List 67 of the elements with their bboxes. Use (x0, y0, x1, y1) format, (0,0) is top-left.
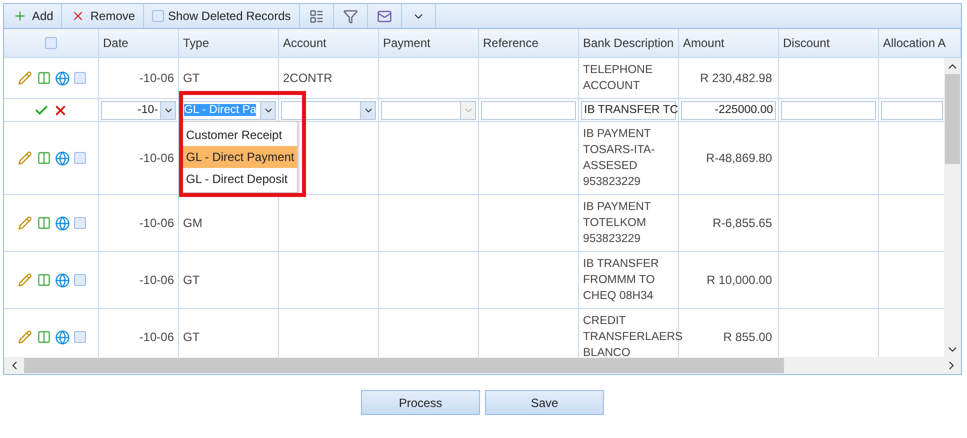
menu-item[interactable]: Customer Receipt (182, 124, 297, 146)
process-button[interactable]: Process (361, 390, 480, 415)
amount-cell: R 230,482.98 (700, 70, 772, 86)
column-header[interactable]: Date (99, 29, 179, 57)
show-deleted-checkbox[interactable]: Show Deleted Records (144, 4, 300, 28)
type-cell: GM (183, 215, 202, 231)
amount-cell: R 10,000.00 (706, 272, 772, 288)
date-cell: -10-06 (139, 70, 174, 86)
split-icon[interactable] (36, 70, 52, 86)
amount-cell: R 855.00 (723, 329, 772, 345)
globe-icon[interactable] (54, 150, 70, 166)
menu-item[interactable]: GL - Direct Deposit (182, 168, 297, 190)
column-header[interactable]: Discount (779, 29, 879, 57)
type-cell: GT (183, 70, 200, 86)
menu-item[interactable]: GL - Direct Payment (182, 146, 297, 168)
split-icon[interactable] (36, 150, 52, 166)
edit-icon[interactable] (16, 150, 32, 166)
reference-field[interactable] (481, 100, 576, 120)
column-header[interactable]: Type (179, 29, 279, 57)
remove-button[interactable]: Remove (62, 4, 144, 28)
row-checkbox[interactable] (74, 274, 86, 286)
bank-description-cell-text: IB PAYMENT TOSARS-ITA- ASSESED 953823229 (583, 127, 655, 190)
allocation-field[interactable] (881, 100, 943, 120)
discount-field[interactable] (781, 100, 876, 120)
edit-icon[interactable] (16, 272, 32, 288)
column-header[interactable]: Allocation A (879, 29, 961, 57)
date-cell: -10-06 (139, 329, 174, 345)
save-button[interactable]: Save (485, 390, 604, 415)
split-icon[interactable] (36, 272, 52, 288)
amount-cell: R-6,855.65 (712, 215, 772, 231)
type-cell: GT (183, 329, 200, 345)
column-header[interactable]: Amount (679, 29, 779, 57)
bank-description-cell-text: TELEPHONE ACCOUNT (583, 63, 653, 94)
add-button[interactable]: Add (4, 4, 62, 28)
globe-icon[interactable] (54, 70, 70, 86)
type-cell: GT (183, 272, 200, 288)
bank-description-field[interactable]: IB TRANSFER TC (581, 100, 676, 120)
select-all-checkbox[interactable] (45, 37, 57, 49)
bank-description-cell-text: IB TRANSFER FROMMM TO CHEQ 08H34 (583, 257, 659, 304)
edit-icon[interactable] (16, 70, 32, 86)
row-checkbox[interactable] (74, 217, 86, 229)
row-checkbox[interactable] (74, 331, 86, 343)
date-cell: -10-06 (139, 150, 174, 166)
amount-field[interactable]: -225000.00 (681, 100, 776, 120)
date-cell: -10-06 (139, 272, 174, 288)
date-field[interactable]: -10- (101, 100, 176, 120)
row-checkbox[interactable] (74, 152, 86, 164)
account-cell: 2CONTR (283, 70, 332, 86)
date-cell: -10-06 (139, 215, 174, 231)
split-icon[interactable] (36, 329, 52, 345)
bank-description-cell-text: CREDIT TRANSFERLAERS BLANCO (583, 314, 683, 357)
bank-description-cell-text: IB PAYMENT TOTELKOM 953823229 (583, 200, 651, 247)
column-header[interactable]: Account (279, 29, 379, 57)
split-icon[interactable] (36, 215, 52, 231)
column-header[interactable]: Reference (479, 29, 579, 57)
account-dropdown[interactable] (281, 100, 376, 120)
amount-cell: R-48,869.80 (706, 150, 772, 166)
column-header[interactable]: Payment (379, 29, 479, 57)
globe-icon[interactable] (54, 215, 70, 231)
globe-icon[interactable] (54, 329, 70, 345)
edit-icon[interactable] (16, 215, 32, 231)
edit-icon[interactable] (16, 329, 32, 345)
vertical-scrollbar[interactable] (944, 58, 961, 357)
globe-icon[interactable] (54, 272, 70, 288)
column-header[interactable]: Bank Description (579, 29, 679, 57)
horizontal-scrollbar[interactable] (4, 357, 961, 374)
row-checkbox[interactable] (74, 72, 86, 84)
